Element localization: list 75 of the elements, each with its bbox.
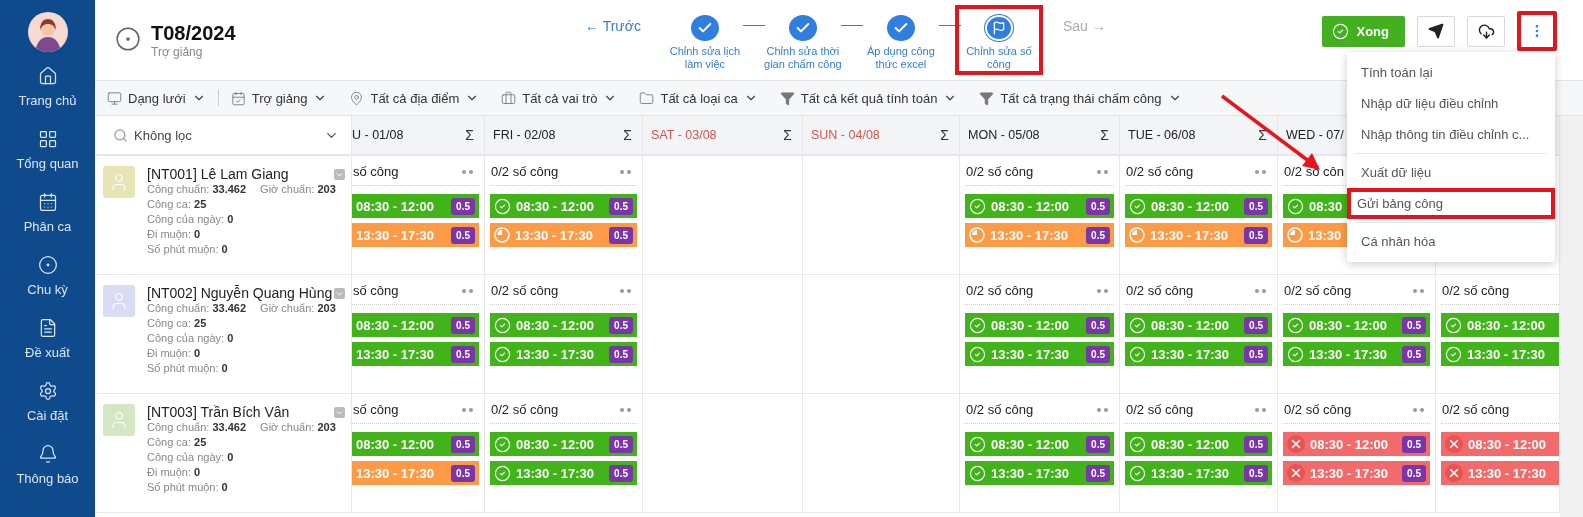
day-label: TUE - 06/08 [1128, 128, 1196, 142]
day-label: SUN - 04/08 [811, 128, 880, 142]
work-count: 0/2 số côn [1284, 164, 1344, 179]
employee-stat: Giờ chuẩn: 203 [260, 301, 336, 316]
day-label: WED - 07/ [1286, 128, 1344, 142]
work-value-badge: 0.5 [1402, 435, 1426, 453]
work-count: 0/2 số công [1126, 164, 1194, 179]
work-count: 0/2 số công [966, 283, 1034, 298]
employee-stat: Giờ chuẩn: 203 [260, 420, 336, 435]
employee-stat: Đi muộn: 0 [147, 465, 201, 480]
day-label: FRI - 02/08 [493, 128, 556, 142]
page-title: T08/2024 [151, 21, 236, 45]
work-value-badge: 0.5 [1244, 345, 1268, 363]
employee-stat: Công chuẩn: 33.462 [147, 301, 247, 316]
employee-stat: Giờ chuẩn: 203 [260, 182, 336, 197]
work-value-badge: 0.5 [1402, 464, 1426, 482]
work-value-badge: 0.5 [1244, 226, 1268, 244]
work-value-badge: 0.5 [451, 316, 475, 334]
work-count: số công [353, 164, 399, 179]
work-value-badge: 0.5 [1086, 226, 1110, 244]
employee-stat: Đi muộn: 0 [147, 227, 201, 242]
work-value-badge: 0.5 [609, 464, 633, 482]
work-value-badge: 0.5 [1086, 197, 1110, 215]
employee-stat: Công chuẩn: 33.462 [147, 420, 247, 435]
employee-stat: Số phút muộn: 0 [147, 480, 228, 495]
employee-stat: Công của ngày: 0 [147, 212, 234, 227]
employee-stat: Đi muộn: 0 [147, 346, 201, 361]
work-value-badge: 0.5 [1244, 464, 1268, 482]
work-count: 0/2 số công [491, 402, 559, 417]
work-count: 0/2 số công [1442, 402, 1510, 417]
work-count: 0/2 số công [1284, 283, 1352, 298]
work-count: 0/2 số công [491, 164, 559, 179]
work-value-badge: 0.5 [1244, 435, 1268, 453]
employee-stat: Công ca: 25 [147, 435, 207, 450]
work-count: 0/2 số công [491, 283, 559, 298]
work-count: 0/2 số công [966, 164, 1034, 179]
work-count: số công [353, 402, 399, 417]
day-label: MON - 05/08 [968, 128, 1040, 142]
work-value-badge: 0.5 [1402, 316, 1426, 334]
page-subtitle: Trợ giảng [151, 44, 204, 59]
work-value-badge: 0.5 [451, 464, 475, 482]
employee-stat: Công ca: 25 [147, 316, 207, 331]
work-count: 0/2 số công [966, 402, 1034, 417]
work-count: 0/2 số công [1442, 283, 1510, 298]
work-value-badge: 0.5 [1402, 345, 1426, 363]
work-value-badge: 0.5 [451, 226, 475, 244]
work-value-badge: 0.5 [1086, 316, 1110, 334]
employee-stat: Công ca: 25 [147, 197, 207, 212]
work-value-badge: 0.5 [609, 435, 633, 453]
employee-stat: Số phút muộn: 0 [147, 361, 228, 376]
work-value-badge: 0.5 [609, 226, 633, 244]
employee-name: [NT002] Nguyễn Quang Hùng [147, 285, 333, 301]
employee-stat: Công của ngày: 0 [147, 331, 234, 346]
work-value-badge: 0.5 [1244, 316, 1268, 334]
employee-name: [NT003] Trần Bích Vân [147, 404, 290, 420]
employee-name: [NT001] Lê Lam Giang [147, 166, 289, 182]
work-count: 0/2 số công [1126, 402, 1194, 417]
employee-stat: Công của ngày: 0 [147, 450, 234, 465]
work-value-badge: 0.5 [451, 345, 475, 363]
work-value-badge: 0.5 [1086, 435, 1110, 453]
work-count: số công [353, 283, 399, 298]
work-count: 0/2 số công [1284, 402, 1352, 417]
employee-stat: Công chuẩn: 33.462 [147, 182, 247, 197]
day-label: U - 01/08 [352, 128, 404, 142]
employee-stat: Số phút muộn: 0 [147, 242, 228, 257]
work-count: 0/2 số công [1126, 283, 1194, 298]
work-value-badge: 0.5 [609, 197, 633, 215]
work-value-badge: 0.5 [609, 345, 633, 363]
day-label: SAT - 03/08 [651, 128, 717, 142]
work-value-badge: 0.5 [1086, 464, 1110, 482]
work-value-badge: 0.5 [1086, 345, 1110, 363]
work-value-badge: 0.5 [1244, 197, 1268, 215]
work-value-badge: 0.5 [451, 197, 475, 215]
work-value-badge: 0.5 [609, 316, 633, 334]
work-value-badge: 0.5 [451, 435, 475, 453]
